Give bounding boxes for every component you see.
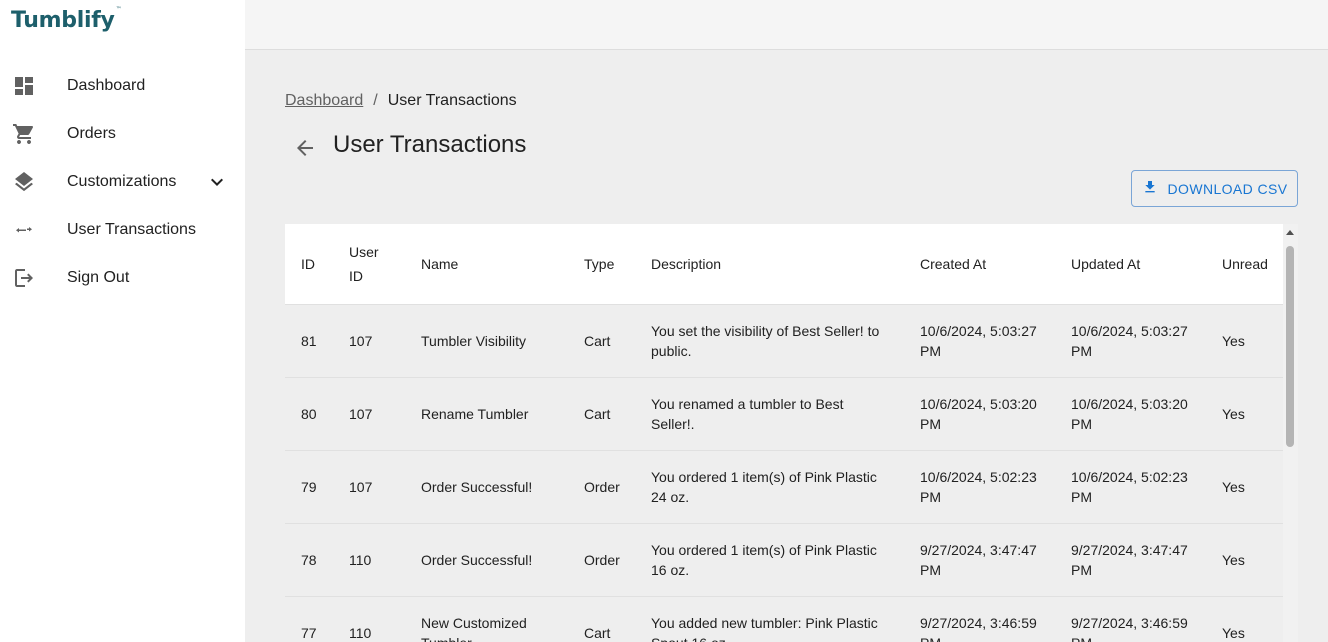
- cell-description: You ordered 1 item(s) of Pink Plastic 24…: [635, 450, 904, 524]
- sidebar-item-orders[interactable]: Orders: [0, 110, 245, 158]
- cell-unread: Yes: [1206, 377, 1283, 451]
- cell-description: You set the visibility of Best Seller! t…: [635, 304, 904, 378]
- cell-updated-at: 10/6/2024, 5:03:20 PM: [1055, 377, 1206, 451]
- logo[interactable]: Tumblify™: [11, 5, 122, 33]
- sidebar-item-label: Dashboard: [67, 77, 146, 94]
- cell-name: Tumbler Visibility: [405, 304, 568, 378]
- sidebar-item-label: Customizations: [67, 173, 177, 190]
- cell-user-id: 110: [333, 523, 405, 597]
- cell-name: Order Successful!: [405, 450, 568, 524]
- cell-id: 80: [285, 377, 333, 451]
- table-row[interactable]: 81 107 Tumbler Visibility Cart You set t…: [285, 304, 1283, 378]
- sidebar-item-user-transactions[interactable]: User Transactions: [0, 206, 245, 254]
- cell-id: 79: [285, 450, 333, 524]
- table-row[interactable]: 79 107 Order Successful! Order You order…: [285, 450, 1283, 524]
- cell-unread: Yes: [1206, 304, 1283, 378]
- cell-type: Order: [568, 450, 635, 524]
- sidebar-item-dashboard[interactable]: Dashboard: [0, 62, 245, 110]
- breadcrumb-current: User Transactions: [387, 92, 517, 109]
- cell-name: Rename Tumbler: [405, 377, 568, 451]
- table-row[interactable]: 78 110 Order Successful! Order You order…: [285, 523, 1283, 597]
- cell-created-at: 10/6/2024, 5:03:20 PM: [904, 377, 1055, 451]
- column-header-name[interactable]: Name: [405, 224, 568, 305]
- cell-created-at: 10/6/2024, 5:02:23 PM: [904, 450, 1055, 524]
- sidebar-item-sign-out[interactable]: Sign Out: [0, 254, 245, 302]
- arrow-back-icon: [293, 136, 317, 165]
- breadcrumb-link-dashboard[interactable]: Dashboard: [285, 92, 363, 110]
- logo-trademark: ™: [115, 5, 122, 13]
- cell-id: 77: [285, 596, 333, 642]
- cell-created-at: 9/27/2024, 3:46:59 PM: [904, 596, 1055, 642]
- scroll-up-arrow-icon[interactable]: [1286, 230, 1294, 235]
- cell-user-id: 110: [333, 596, 405, 642]
- sidebar-item-label: Sign Out: [67, 269, 130, 286]
- cell-unread: Yes: [1206, 596, 1283, 642]
- cell-created-at: 9/27/2024, 3:47:47 PM: [904, 523, 1055, 597]
- sidebar-item-label: Orders: [67, 125, 116, 142]
- cell-type: Cart: [568, 304, 635, 378]
- table-row[interactable]: 77 110 New Customized Tumbler Cart You a…: [285, 596, 1283, 642]
- dashboard-icon: [12, 74, 36, 98]
- column-header-description[interactable]: Description: [635, 224, 904, 305]
- cell-id: 81: [285, 304, 333, 378]
- column-header-updated-at[interactable]: Updated At: [1055, 224, 1206, 305]
- cell-unread: Yes: [1206, 523, 1283, 597]
- chevron-down-icon[interactable]: [205, 170, 229, 194]
- column-header-created-at[interactable]: Created At: [904, 224, 1055, 305]
- cell-updated-at: 10/6/2024, 5:02:23 PM: [1055, 450, 1206, 524]
- scrollbar-thumb[interactable]: [1286, 246, 1294, 447]
- cell-type: Order: [568, 523, 635, 597]
- layers-icon: [12, 170, 36, 194]
- download-csv-label: DOWNLOAD CSV: [1167, 180, 1288, 197]
- logo-text: Tumblify: [11, 8, 115, 33]
- cart-icon: [12, 122, 36, 146]
- download-csv-button[interactable]: DOWNLOAD CSV: [1131, 170, 1298, 207]
- cell-user-id: 107: [333, 450, 405, 524]
- top-app-bar: [245, 0, 1328, 50]
- transactions-table-container: ID User ID Name Type Description Created…: [285, 224, 1298, 642]
- cell-user-id: 107: [333, 377, 405, 451]
- cell-updated-at: 9/27/2024, 3:46:59 PM: [1055, 596, 1206, 642]
- table-vertical-scrollbar[interactable]: [1283, 224, 1298, 642]
- sidebar-nav: Dashboard Orders Customizations User Tra…: [0, 62, 245, 302]
- sidebar: Tumblify™ Dashboard Orders Customization…: [0, 0, 245, 642]
- table-header-row: ID User ID Name Type Description Created…: [285, 224, 1283, 305]
- column-header-user-id[interactable]: User ID: [333, 224, 405, 305]
- back-button[interactable]: [293, 138, 317, 162]
- column-header-id[interactable]: ID: [285, 224, 333, 305]
- download-icon: [1142, 179, 1158, 198]
- sidebar-item-customizations[interactable]: Customizations: [0, 158, 245, 206]
- table-row[interactable]: 80 107 Rename Tumbler Cart You renamed a…: [285, 377, 1283, 451]
- cell-updated-at: 9/27/2024, 3:47:47 PM: [1055, 523, 1206, 597]
- cell-unread: Yes: [1206, 450, 1283, 524]
- cell-description: You ordered 1 item(s) of Pink Plastic 16…: [635, 523, 904, 597]
- cell-description: You renamed a tumbler to Best Seller!.: [635, 377, 904, 451]
- cell-name: Order Successful!: [405, 523, 568, 597]
- cell-name: New Customized Tumbler: [405, 596, 568, 642]
- transactions-icon: [12, 218, 36, 242]
- column-header-type[interactable]: Type: [568, 224, 635, 305]
- cell-created-at: 10/6/2024, 5:03:27 PM: [904, 304, 1055, 378]
- cell-user-id: 107: [333, 304, 405, 378]
- logout-icon: [12, 266, 36, 290]
- cell-description: You added new tumbler: Pink Plastic Spou…: [635, 596, 904, 642]
- cell-type: Cart: [568, 596, 635, 642]
- cell-updated-at: 10/6/2024, 5:03:27 PM: [1055, 304, 1206, 378]
- breadcrumb: Dashboard / User Transactions: [285, 92, 517, 110]
- cell-type: Cart: [568, 377, 635, 451]
- breadcrumb-separator: /: [373, 92, 378, 109]
- transactions-table: ID User ID Name Type Description Created…: [285, 224, 1283, 642]
- cell-id: 78: [285, 523, 333, 597]
- column-header-unread[interactable]: Unread: [1206, 224, 1283, 305]
- sidebar-item-label: User Transactions: [67, 221, 196, 238]
- page-title: User Transactions: [333, 131, 527, 158]
